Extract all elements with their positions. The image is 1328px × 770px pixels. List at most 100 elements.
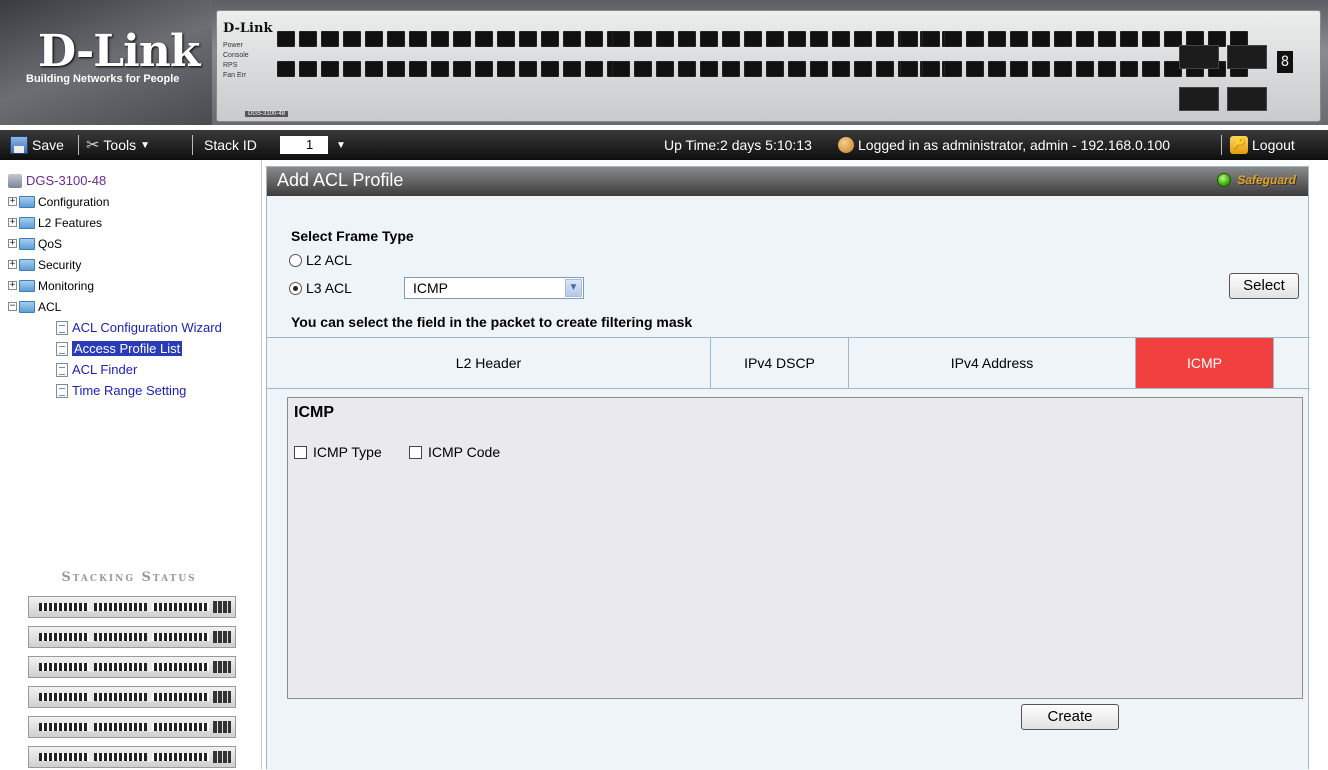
port-group-1 — [277, 31, 625, 91]
folder-icon — [19, 195, 35, 208]
icmp-code-label: ICMP Code — [428, 444, 501, 460]
icmp-code-checkbox[interactable] — [409, 445, 422, 459]
document-icon — [56, 341, 68, 356]
tree-item-label: ACL Finder — [72, 362, 138, 377]
stack-id-label: Stack ID — [204, 137, 257, 153]
tree-folder-label: Security — [38, 257, 82, 272]
tree-item-label: Access Profile List — [72, 341, 183, 356]
expand-icon[interactable]: + — [8, 260, 17, 269]
main-title-bar: Add ACL Profile Safeguard — [267, 167, 1308, 196]
tree-folder-label: L2 Features — [38, 215, 103, 230]
tree-root-label: DGS-3100-48 — [26, 173, 107, 188]
save-button[interactable]: Save — [10, 130, 64, 160]
icmp-type-checkbox-row[interactable]: ICMP Type — [294, 444, 382, 460]
led-fan-label: Fan Err — [223, 72, 247, 79]
icmp-type-checkbox[interactable] — [294, 445, 307, 459]
tools-icon: ✂ — [86, 137, 100, 154]
tab-ipv4-address[interactable]: IPv4 Address — [849, 338, 1136, 388]
stack-id-select[interactable]: 1 ▼ — [280, 130, 346, 160]
tree-item-label: Time Range Setting — [72, 383, 187, 398]
collapse-icon[interactable]: − — [8, 302, 17, 311]
stack-unit-3[interactable] — [28, 656, 236, 678]
select-button[interactable]: Select — [1229, 273, 1299, 299]
section-title: ICMP — [294, 404, 334, 421]
navigation-tree: DGS-3100-48 + Configuration + L2 Feature… — [8, 170, 222, 401]
radio-button[interactable] — [289, 253, 302, 267]
main-content-panel: Add ACL Profile Safeguard Select Frame T… — [266, 166, 1310, 770]
tree-item-acl-configuration-wizard[interactable]: ACL Configuration Wizard — [8, 317, 222, 338]
sfp-port-46 — [1179, 87, 1219, 111]
logo-text: D-Link — [38, 26, 200, 77]
expand-icon[interactable]: + — [8, 239, 17, 248]
tree-item-label: ACL Configuration Wizard — [72, 320, 222, 335]
toolbar-divider — [1221, 135, 1222, 155]
tree-item-time-range-setting[interactable]: Time Range Setting — [8, 380, 222, 401]
radio-l3-label: L3 ACL — [306, 280, 352, 296]
tree-folder-configuration[interactable]: + Configuration — [8, 191, 222, 212]
tree-folder-label: Configuration — [38, 194, 110, 209]
stack-unit-6[interactable] — [28, 746, 236, 768]
tree-item-acl-finder[interactable]: ACL Finder — [8, 359, 222, 380]
expand-icon[interactable]: + — [8, 197, 17, 206]
document-icon — [56, 320, 68, 335]
folder-icon — [19, 237, 35, 250]
toolbar-divider — [78, 135, 79, 155]
tab-l2-header[interactable]: L2 Header — [267, 338, 711, 388]
chevron-down-icon: ▼ — [140, 139, 150, 151]
tree-folder-l2-features[interactable]: + L2 Features — [8, 212, 222, 233]
logout-label: Logout — [1252, 137, 1295, 153]
radio-l2-label: L2 ACL — [306, 252, 352, 268]
radio-l3-acl[interactable]: L3 ACL — [289, 280, 352, 296]
switch-brand: D-Link — [223, 21, 273, 36]
create-button[interactable]: Create — [1021, 704, 1119, 730]
tree-folder-qos[interactable]: + QoS — [8, 233, 222, 254]
document-icon — [56, 383, 68, 398]
l3-protocol-select[interactable]: ICMP ▼ — [404, 277, 584, 299]
stack-unit-5[interactable] — [28, 716, 236, 738]
l3-select-value: ICMP — [413, 280, 448, 296]
tree-folder-label: ACL — [38, 299, 62, 314]
sfp-port-45 — [1179, 45, 1219, 69]
logout-button[interactable]: Logout — [1230, 130, 1295, 160]
expand-icon[interactable]: + — [8, 281, 17, 290]
tree-root[interactable]: DGS-3100-48 — [8, 170, 222, 191]
tree-folder-acl[interactable]: − ACL — [8, 296, 222, 317]
logo-tagline: Building Networks for People — [26, 73, 180, 85]
status-dot-icon — [1217, 173, 1232, 187]
tools-menu[interactable]: ✂ Tools ▼ — [86, 130, 150, 160]
user-icon — [838, 137, 854, 153]
stack-unit-1[interactable] — [28, 596, 236, 618]
icmp-section: ICMP ICMP Type ICMP Code — [287, 397, 1303, 699]
stack-unit-4[interactable] — [28, 686, 236, 708]
tree-folder-security[interactable]: + Security — [8, 254, 222, 275]
tab-icmp[interactable]: ICMP — [1136, 338, 1274, 388]
tab-ipv4-dscp[interactable]: IPv4 DSCP — [711, 338, 849, 388]
stack-unit-2[interactable] — [28, 626, 236, 648]
login-status: Logged in as administrator, admin - 192.… — [838, 130, 1170, 160]
toolbar-divider — [192, 135, 193, 155]
stacking-status-title: Stacking Status — [61, 570, 197, 585]
filter-mask-hint: You can select the field in the packet t… — [291, 314, 693, 330]
switch-model: DGS-3100-48 — [245, 111, 289, 117]
icmp-code-checkbox-row[interactable]: ICMP Code — [409, 444, 500, 460]
radio-l2-acl[interactable]: L2 ACL — [289, 252, 352, 268]
tree-folder-label: QoS — [38, 236, 63, 251]
chevron-down-icon: ▼ — [336, 139, 346, 151]
switch-icon — [8, 173, 22, 188]
document-icon — [56, 362, 68, 377]
tree-folder-monitoring[interactable]: + Monitoring — [8, 275, 222, 296]
stack-id-value: 1 — [280, 136, 328, 154]
save-icon — [10, 136, 28, 154]
tree-item-access-profile-list[interactable]: Access Profile List — [8, 338, 222, 359]
icmp-type-label: ICMP Type — [313, 444, 382, 460]
uptime-status: Up Time:2 days 5:10:13 — [664, 137, 812, 153]
brand-logo: D-Link Building Networks for People — [0, 0, 212, 125]
page-title: Add ACL Profile — [277, 170, 404, 190]
radio-button-checked[interactable] — [289, 281, 302, 295]
chevron-down-icon[interactable]: ▼ — [565, 279, 582, 297]
frame-type-heading: Select Frame Type — [291, 228, 414, 244]
safeguard-indicator[interactable]: Safeguard — [1217, 173, 1296, 187]
led-rps-label: RPS — [223, 62, 238, 69]
led-power-label: Power — [223, 42, 243, 49]
expand-icon[interactable]: + — [8, 218, 17, 227]
